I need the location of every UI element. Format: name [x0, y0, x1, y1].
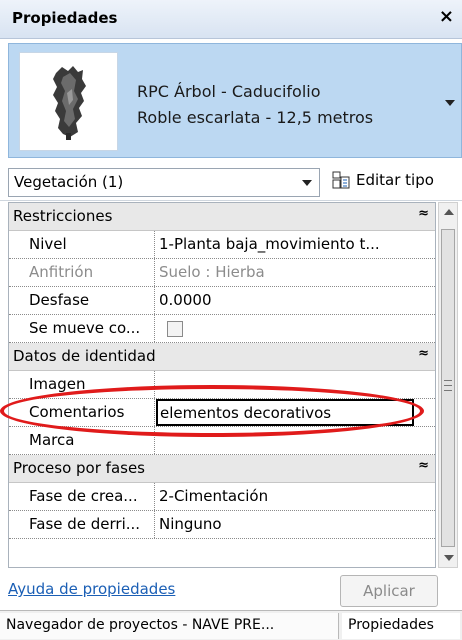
property-row-se-mueve[interactable]: Se mueve co... — [9, 315, 435, 343]
moves-with-checkbox[interactable] — [167, 321, 183, 337]
property-value[interactable]: 0.0000 — [159, 291, 212, 309]
comments-value: elementos decorativos — [160, 404, 332, 422]
instance-filter-dropdown[interactable]: Vegetación (1) — [8, 168, 320, 197]
property-row-comentarios[interactable]: Comentarios elementos decorativos — [9, 399, 435, 427]
property-value[interactable]: 1-Planta baja_movimiento t... — [159, 235, 380, 253]
chevron-down-icon[interactable] — [302, 180, 312, 186]
property-row-nivel[interactable]: Nivel 1-Planta baja_movimiento t... — [9, 231, 435, 259]
property-row-fase-derribo[interactable]: Fase de derri... Ninguno — [9, 511, 435, 539]
scroll-thumb[interactable] — [441, 229, 455, 547]
property-row-desfase[interactable]: Desfase 0.0000 — [9, 287, 435, 315]
group-label: Datos de identidad — [13, 347, 156, 365]
edit-type-button[interactable]: Editar tipo — [326, 166, 460, 196]
edit-type-icon — [332, 171, 350, 189]
property-name: Anfitrión — [29, 263, 94, 281]
vertical-scrollbar[interactable] — [438, 202, 458, 568]
instance-filter-value: Vegetación (1) — [14, 173, 124, 191]
instance-filter-row: Vegetación (1) Editar tipo — [0, 160, 462, 201]
bottom-tab-strip: Navegador de proyectos - NAVE PRE... Pro… — [0, 610, 462, 640]
tab-properties[interactable]: Propiedades — [342, 613, 460, 639]
property-name: Desfase — [29, 291, 90, 309]
group-label: Restricciones — [13, 207, 113, 225]
group-label: Proceso por fases — [13, 459, 145, 477]
property-name: Se mueve co... — [29, 319, 141, 337]
group-header-restricciones[interactable]: Restricciones ≈ — [9, 203, 435, 231]
property-name: Comentarios — [29, 403, 125, 421]
property-row-marca[interactable]: Marca — [9, 427, 435, 455]
group-header-fases[interactable]: Proceso por fases ≈ — [9, 455, 435, 483]
tab-label: Propiedades — [348, 617, 434, 633]
property-row-anfitrion: Anfitrión Suelo : Hierba — [9, 259, 435, 287]
type-selector[interactable]: RPC Árbol - Caducifolio Roble escarlata … — [8, 43, 462, 158]
grip-icon — [444, 380, 452, 391]
properties-palette: Propiedades × RPC Árbol - Caducifolio Ro… — [0, 0, 462, 639]
collapse-icon[interactable]: ≈ — [418, 346, 429, 361]
properties-help-link[interactable]: Ayuda de propiedades — [8, 580, 175, 598]
property-name: Fase de derri... — [29, 515, 141, 533]
edit-type-label: Editar tipo — [356, 171, 434, 189]
property-grid: Restricciones ≈ Nivel 1-Planta baja_movi… — [8, 202, 436, 568]
title-bar[interactable]: Propiedades × — [0, 0, 462, 39]
property-row-fase-creacion[interactable]: Fase de crea... 2-Cimentación — [9, 483, 435, 511]
property-value[interactable]: Ninguno — [159, 515, 222, 533]
tree-preview-icon — [19, 52, 118, 151]
collapse-icon[interactable]: ≈ — [418, 206, 429, 221]
type-name-label: Roble escarlata - 12,5 metros — [137, 108, 374, 127]
scroll-down-icon[interactable] — [444, 555, 454, 561]
scroll-up-icon[interactable] — [444, 209, 454, 215]
property-value: Suelo : Hierba — [159, 263, 265, 281]
palette-title: Propiedades — [12, 9, 118, 27]
apply-button[interactable]: Aplicar — [340, 575, 438, 607]
collapse-icon[interactable]: ≈ — [418, 458, 429, 473]
property-row-imagen[interactable]: Imagen — [9, 371, 435, 399]
type-family-label: RPC Árbol - Caducifolio — [137, 82, 321, 101]
close-icon[interactable]: × — [439, 6, 454, 27]
property-value[interactable]: 2-Cimentación — [159, 487, 268, 505]
comments-input[interactable]: elementos decorativos — [156, 399, 414, 426]
property-name: Marca — [29, 431, 75, 449]
property-name: Nivel — [29, 235, 67, 253]
group-header-identidad[interactable]: Datos de identidad ≈ — [9, 343, 435, 371]
property-name: Fase de crea... — [29, 487, 138, 505]
tab-project-browser[interactable]: Navegador de proyectos - NAVE PRE... — [0, 613, 339, 639]
tab-label: Navegador de proyectos - NAVE PRE... — [6, 617, 275, 633]
chevron-down-icon[interactable] — [445, 100, 455, 106]
property-name: Imagen — [29, 375, 86, 393]
